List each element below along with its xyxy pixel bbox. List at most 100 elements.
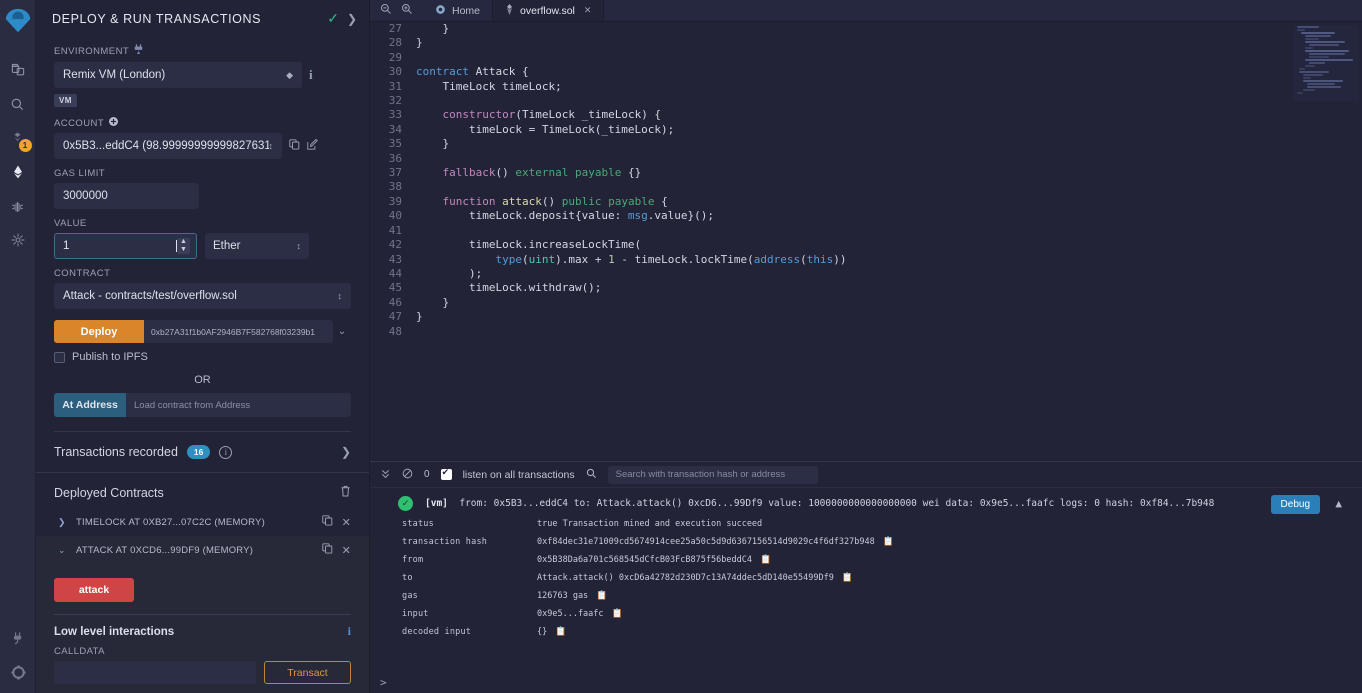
deployed-contracts-header: Deployed Contracts (36, 473, 369, 508)
at-address-button[interactable]: At Address (54, 393, 126, 417)
solidity-icon (505, 3, 514, 18)
value-unit: Ether (213, 240, 241, 252)
check-icon: ✓ (327, 10, 339, 26)
search-icon[interactable] (0, 87, 36, 121)
copy-icon[interactable]: 📋 (596, 591, 607, 601)
table-row: decoded input {} 📋 (370, 623, 1362, 641)
editor-tabbar: Home overflow.sol ✕ (370, 0, 1362, 22)
copy-address-icon[interactable] (321, 515, 333, 529)
copy-icon[interactable]: 📋 (883, 537, 894, 547)
tab-overflow-sol[interactable]: overflow.sol ✕ (493, 0, 605, 21)
transaction-header[interactable]: ✓ [vm] from: 0x5B3...eddC4 to: Attack.at… (370, 488, 1362, 515)
copy-icon[interactable]: 📋 (842, 573, 853, 583)
search-icon[interactable] (586, 468, 597, 482)
gear-icon[interactable] (0, 655, 36, 689)
trash-icon[interactable] (340, 485, 351, 500)
detail-value-text: true Transaction mined and execution suc… (537, 519, 763, 529)
detail-key: input (402, 609, 429, 619)
copy-icon[interactable]: 📋 (555, 627, 566, 637)
calldata-input[interactable] (54, 661, 256, 685)
environment-label: ENVIRONMENT (54, 44, 351, 58)
code-editor[interactable]: 27 } 28} 29 30 contract Attack { 31 TimeL… (370, 22, 1362, 461)
value-unit-select[interactable]: Ether ↕ (205, 233, 309, 259)
copy-icon[interactable]: 📋 (612, 609, 623, 619)
plug-icon[interactable] (0, 621, 36, 655)
close-icon[interactable]: ✕ (584, 5, 592, 16)
terminal-search-input[interactable]: Search with transaction hash or address (607, 465, 818, 484)
or-separator: OR (194, 374, 211, 386)
transactions-expand-chevron-icon[interactable]: ❯ (341, 445, 351, 459)
home-icon (435, 4, 446, 18)
value-label: VALUE (54, 218, 87, 229)
terminal-prompt[interactable]: > (380, 676, 387, 689)
deployed-contract-timelock[interactable]: ❯ TIMELOCK AT 0XB27...07C2C (MEMORY) ✕ (36, 508, 369, 536)
list-item[interactable]: ⌄ ATTACK AT 0XCD6...99DF9 (MEMORY) ✕ (36, 536, 369, 564)
copy-account-icon[interactable] (289, 139, 300, 153)
chevron-right-icon[interactable]: ❯ (58, 517, 67, 528)
list-item[interactable]: ❯ TIMELOCK AT 0XB27...07C2C (MEMORY) ✕ (36, 508, 369, 536)
listen-all-transactions-checkbox[interactable] (440, 467, 452, 480)
at-address-input[interactable]: Load contract from Address (126, 393, 351, 417)
zoom-in-icon[interactable] (401, 2, 413, 20)
file-explorer-icon[interactable] (0, 53, 36, 87)
publish-ipfs-row[interactable]: Publish to IPFS (54, 351, 351, 363)
remix-ide-window: 1 DEPLOY & RUN TRANSACTIONS ✓ ❯ ENVIRONM… (0, 0, 1362, 693)
value-stepper[interactable]: ▲ ▼ (177, 238, 190, 254)
at-address-row: At Address Load contract from Address (54, 393, 351, 417)
plus-circle-icon[interactable] (109, 117, 119, 129)
transaction-summary-text: from: 0x5B3...eddC4 to: Attack.attack() … (459, 498, 1215, 509)
copy-icon[interactable]: 📋 (760, 555, 771, 565)
detail-key: status (402, 519, 434, 529)
transact-button[interactable]: Transact (264, 661, 351, 685)
gas-limit-input[interactable]: 3000000 (54, 183, 199, 209)
account-select[interactable]: 0x5B3...eddC4 (98.999999999998276316 ↕ (54, 133, 282, 159)
code-scroll-area[interactable]: 27 } 28} 29 30 contract Attack { 31 TimeL… (370, 22, 1362, 461)
panel-body: ENVIRONMENT Remix VM (London) ◆ i VM ACC… (36, 44, 369, 432)
contract-select[interactable]: Attack - contracts/test/overflow.sol ↕ (54, 283, 351, 309)
panel-expand-icon[interactable]: ❯ (347, 12, 357, 26)
deploy-constructor-arg-input[interactable]: 0xb27A31f1b0AF2946B7F582768f03239b1 (144, 320, 333, 343)
contract-label: CONTRACT (54, 268, 111, 279)
close-icon[interactable]: ✕ (342, 516, 351, 529)
deployed-contract-label: TIMELOCK AT 0XB27...07C2C (MEMORY) (76, 516, 265, 528)
sign-message-icon[interactable] (307, 138, 318, 153)
chevron-down-icon[interactable]: ⌄ (58, 545, 67, 556)
pending-transaction-count: 0 (424, 469, 430, 480)
detail-key: to (402, 573, 413, 583)
value-input[interactable]: 1 ▲ ▼ (54, 233, 197, 259)
deploy-button[interactable]: Deploy (54, 320, 144, 343)
transactions-recorded-row[interactable]: Transactions recorded 16 i ❯ (36, 432, 369, 474)
attack-function-button[interactable]: attack (54, 578, 134, 603)
detail-value: 0xf84dec31e71009cd5674914cee25a50c5d9d63… (537, 537, 894, 547)
transactions-info-icon[interactable]: i (219, 445, 233, 459)
clear-console-icon[interactable] (402, 468, 413, 482)
publish-ipfs-checkbox[interactable] (54, 351, 65, 363)
tab-label: Home (452, 4, 481, 17)
plugin-manager-icon[interactable] (0, 223, 36, 257)
low-level-info-icon[interactable]: i (348, 624, 351, 639)
terminal-output[interactable]: ✓ [vm] from: 0x5B3...eddC4 to: Attack.at… (370, 488, 1362, 693)
sidebar-item-deploy-run[interactable] (0, 155, 36, 189)
remix-logo-icon[interactable] (3, 6, 33, 41)
tab-home[interactable]: Home (423, 0, 494, 21)
editor-column: Home overflow.sol ✕ 27 } 28} 29 30 contra… (370, 0, 1362, 693)
environment-info-icon[interactable]: i (309, 67, 313, 83)
account-chevron-icon: ↕ (268, 140, 274, 151)
environment-row: Remix VM (London) ◆ i (54, 62, 351, 88)
environment-select[interactable]: Remix VM (London) ◆ (54, 62, 302, 88)
contract-value: Attack - contracts/test/overflow.sol (63, 290, 237, 302)
close-icon[interactable]: ✕ (342, 544, 351, 557)
table-row: transaction hash 0xf84dec31e71009cd56749… (370, 533, 1362, 551)
chevron-up-icon[interactable]: ▲ (1335, 497, 1342, 510)
deploy-expand-chevron-icon[interactable]: ⌄ (333, 326, 351, 337)
collapse-all-icon[interactable] (380, 468, 391, 482)
debug-button[interactable]: Debug (1270, 495, 1320, 514)
debugger-icon[interactable] (0, 189, 36, 223)
detail-value-text: Attack.attack() 0xcD6a42782d230D7c13A74d… (537, 573, 834, 583)
icon-sidebar: 1 (0, 0, 36, 693)
solidity-compiler-icon[interactable]: 1 (0, 121, 36, 155)
account-label-text: ACCOUNT (54, 117, 105, 129)
copy-address-icon[interactable] (321, 543, 333, 557)
zoom-out-icon[interactable] (380, 2, 392, 20)
editor-minimap[interactable] (1293, 25, 1359, 101)
